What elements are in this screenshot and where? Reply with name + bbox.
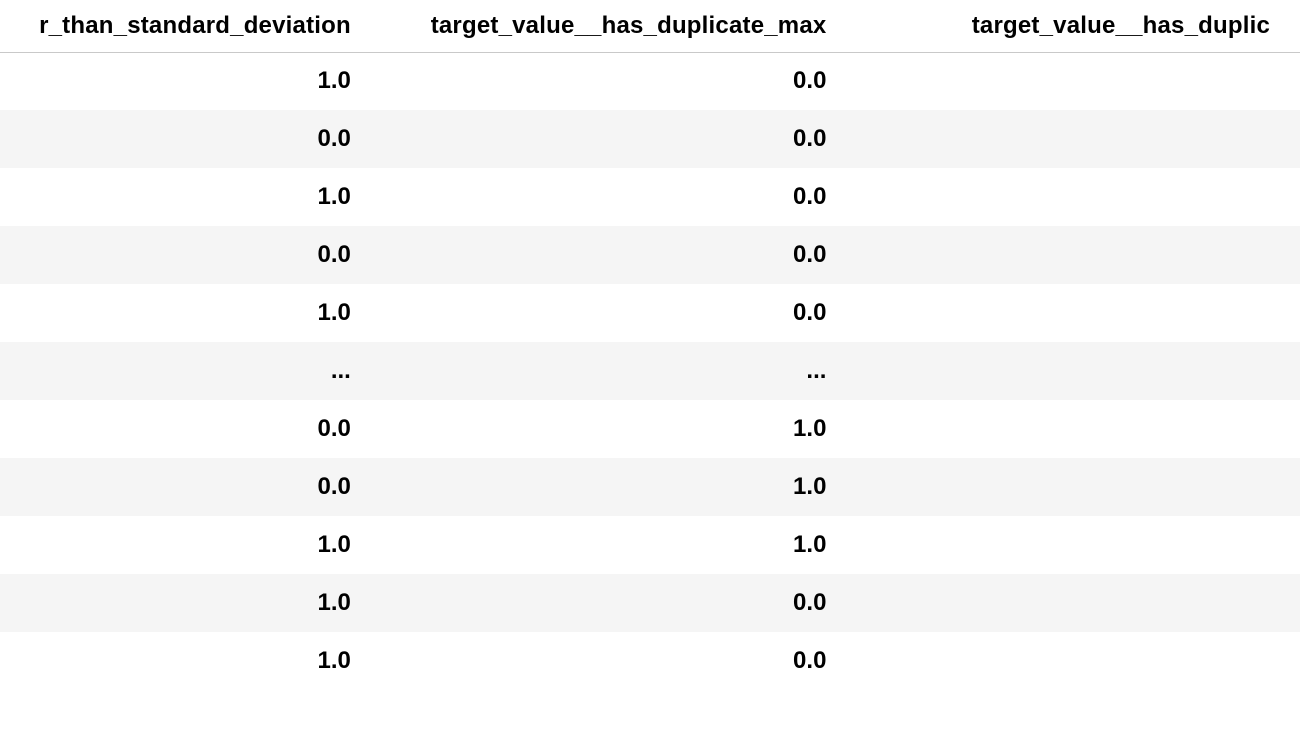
table-cell: 0.0 — [381, 284, 857, 342]
column-header[interactable]: target_value__has_duplic — [856, 0, 1300, 52]
table-cell: 1.0 — [0, 632, 381, 690]
table-cell — [856, 400, 1300, 458]
table-cell — [856, 632, 1300, 690]
table-row: 1.0 0.0 — [0, 284, 1300, 342]
column-header[interactable]: target_value__has_duplicate_max — [381, 0, 857, 52]
table-cell: 0.0 — [0, 226, 381, 284]
table-cell: 0.0 — [381, 168, 857, 226]
table-cell: 0.0 — [0, 110, 381, 168]
dataframe-table-container: r_than_standard_deviation target_value__… — [0, 0, 1300, 690]
table-cell — [856, 110, 1300, 168]
table-row: 0.0 1.0 — [0, 458, 1300, 516]
dataframe-table: r_than_standard_deviation target_value__… — [0, 0, 1300, 690]
table-cell: 1.0 — [381, 400, 857, 458]
table-cell — [856, 52, 1300, 110]
table-row: 0.0 0.0 — [0, 110, 1300, 168]
column-header[interactable]: r_than_standard_deviation — [0, 0, 381, 52]
table-cell: 0.0 — [381, 110, 857, 168]
table-cell: 0.0 — [0, 400, 381, 458]
table-cell: 0.0 — [0, 458, 381, 516]
table-row: 1.0 1.0 — [0, 516, 1300, 574]
table-cell-ellipsis: ... — [0, 342, 381, 400]
table-cell — [856, 458, 1300, 516]
table-cell: 1.0 — [0, 516, 381, 574]
table-cell: 1.0 — [381, 458, 857, 516]
table-cell — [856, 284, 1300, 342]
table-cell: 0.0 — [381, 226, 857, 284]
table-cell — [856, 226, 1300, 284]
table-cell-ellipsis: ... — [381, 342, 857, 400]
table-row: 1.0 0.0 — [0, 168, 1300, 226]
table-header-row: r_than_standard_deviation target_value__… — [0, 0, 1300, 52]
table-cell — [856, 574, 1300, 632]
table-cell: 0.0 — [381, 574, 857, 632]
table-row: 0.0 1.0 — [0, 400, 1300, 458]
table-cell: 1.0 — [0, 52, 381, 110]
table-cell — [856, 516, 1300, 574]
table-cell: 1.0 — [0, 168, 381, 226]
table-row: 1.0 0.0 — [0, 52, 1300, 110]
table-row: 0.0 0.0 — [0, 226, 1300, 284]
table-cell: 1.0 — [0, 574, 381, 632]
table-row: 1.0 0.0 — [0, 632, 1300, 690]
table-cell: 0.0 — [381, 52, 857, 110]
table-cell: 1.0 — [0, 284, 381, 342]
table-row: 1.0 0.0 — [0, 574, 1300, 632]
table-row-ellipsis: ... ... — [0, 342, 1300, 400]
table-cell-ellipsis — [856, 342, 1300, 400]
table-cell: 0.0 — [381, 632, 857, 690]
table-cell — [856, 168, 1300, 226]
table-cell: 1.0 — [381, 516, 857, 574]
